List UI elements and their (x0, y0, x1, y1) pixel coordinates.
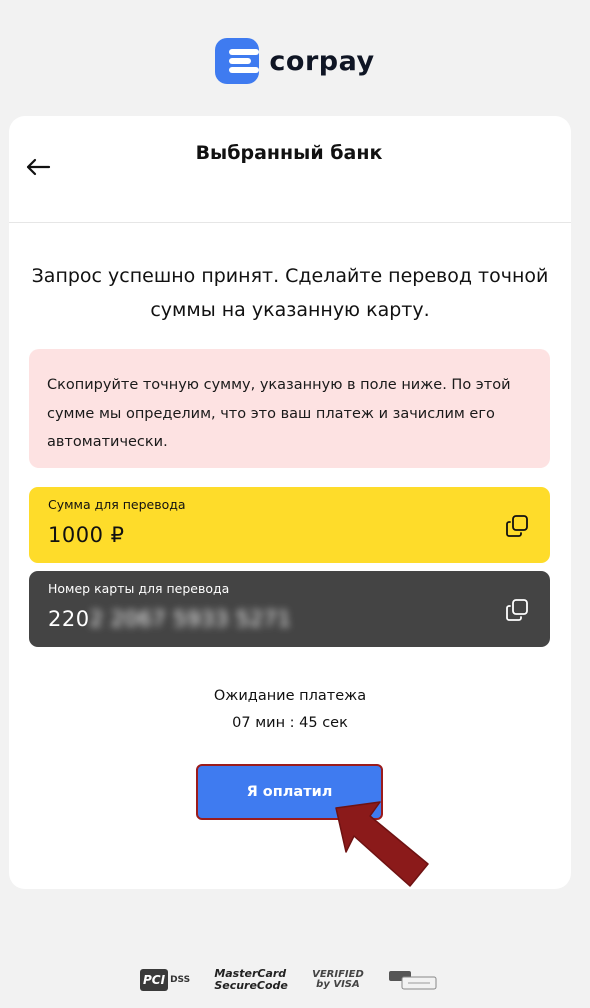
waiting-label: Ожидание платежа (213, 688, 367, 704)
card-number-blurred: 2 2067 5933 5271 (89, 607, 292, 631)
mastercard-securecode-badge: MasterCard SecureCode (214, 968, 288, 992)
back-button[interactable] (23, 152, 53, 182)
card-header: Выбранный банк (9, 116, 571, 223)
brand-name: corpay (269, 45, 375, 77)
mastercard-line2: SecureCode (214, 979, 288, 992)
copy-icon[interactable] (503, 512, 531, 540)
security-badges: PCI DSS MasterCard SecureCode VERIFIED b… (140, 962, 440, 998)
amount-value: 1000 ₽ (48, 523, 125, 547)
verified-by-visa-badge: VERIFIED by VISA (312, 970, 364, 990)
arrow-left-icon (26, 158, 51, 176)
payment-card: Выбранный банк Запрос успешно принят. Сд… (9, 116, 571, 889)
mir-accept-icon (389, 971, 437, 990)
card-number-value: 2202 2067 5933 5271 (48, 603, 531, 635)
copy-notice: Скопируйте точную сумму, указанную в пол… (29, 349, 550, 468)
brand-logo: corpay (0, 38, 590, 84)
amount-label: Сумма для перевода (48, 497, 186, 512)
corpay-logo-icon (215, 38, 260, 84)
pointer-arrow-icon (335, 801, 429, 887)
waiting-block: Ожидание платежа 07 мин : 45 сек (9, 683, 571, 737)
countdown-timer: 07 мин : 45 сек (232, 715, 348, 731)
amount-field[interactable]: Сумма для перевода 1000 ₽ (29, 487, 550, 563)
visa-line2: by VISA (316, 979, 360, 990)
dss-label: DSS (170, 974, 191, 985)
card-number-visible: 220 (48, 607, 90, 631)
pci-label: PCI (140, 969, 169, 991)
card-number-label: Номер карты для перевода (48, 581, 230, 596)
success-headline: Запрос успешно принят. Сделайте перевод … (31, 265, 549, 321)
page-title: Выбранный банк (195, 142, 383, 164)
pci-dss-badge: PCI DSS (140, 969, 190, 991)
card-number-field[interactable]: Номер карты для перевода 2202 2067 5933 … (29, 571, 550, 647)
copy-icon[interactable] (503, 596, 531, 624)
